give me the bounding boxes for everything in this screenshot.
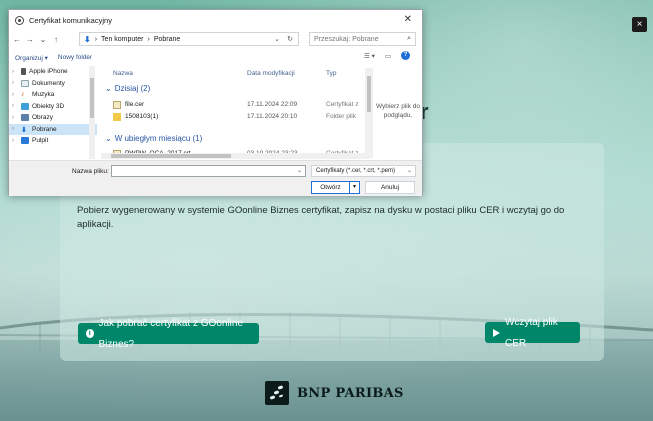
organize-menu[interactable]: Organizuj ▾ — [15, 54, 48, 62]
open-options-dropdown[interactable]: ▾ — [349, 181, 360, 194]
logo-stars-icon — [265, 381, 289, 405]
file-open-dialog: Certyfikat komunikacyjny ✕ ← → ⌄ ↑ ⬇ › T… — [8, 9, 423, 196]
breadcrumb-separator-icon: › — [147, 35, 150, 43]
file-date: 17.11.2024 20:10 — [247, 113, 298, 120]
navigation-tree: › Apple iPhone › Dokumenty › ♪ Muzyka › … — [9, 66, 97, 159]
tree-item-label: Obiekty 3D — [32, 102, 65, 110]
cube-icon — [21, 102, 29, 110]
tree-item-label: Pobrane — [32, 125, 57, 133]
file-type-filter[interactable]: Certyfikaty (*.cer, *.crt, *.pem) ⌄ — [311, 165, 416, 177]
load-cer-button-label: Wczytaj plik CER — [505, 316, 558, 349]
file-row[interactable]: 1508103(1) 17.11.2024 20:10 Folder plik — [111, 111, 361, 122]
help-icon[interactable]: ? — [401, 51, 410, 60]
logo-text: BNP PARIBAS — [297, 385, 404, 401]
chevron-down-icon[interactable]: ⌄ — [297, 167, 302, 174]
dialog-footer: Nazwa pliku: ⌄ Certyfikaty (*.cer, *.crt… — [9, 160, 422, 196]
dialog-toolbar: Organizuj ▾ Nowy folder ☰ ▾ ▭ ? — [9, 50, 422, 65]
expand-chevron-icon[interactable]: › — [12, 115, 18, 121]
expand-chevron-icon[interactable]: › — [12, 126, 18, 132]
download-icon: ⬇ — [21, 126, 27, 134]
open-button[interactable]: Otwórz — [311, 181, 350, 194]
address-bar[interactable]: ⬇ › Ten komputer › Pobrane ⌄ ↻ — [79, 32, 299, 46]
collapse-chevron-icon: ⌄ — [105, 134, 112, 143]
music-icon: ♪ — [21, 91, 25, 99]
file-list: Nazwa Data modyfikacji Typ ⌄ Dzisiaj (2)… — [101, 66, 363, 159]
dialog-titlebar: Certyfikat komunikacyjny ✕ — [9, 10, 422, 30]
search-icon: ⌕ — [407, 35, 411, 42]
column-header-name[interactable]: Nazwa — [113, 70, 133, 77]
search-placeholder: Przeszukaj: Pobrane — [314, 35, 379, 43]
file-name: file.cer — [125, 101, 145, 108]
view-options-icon[interactable]: ☰ ▾ — [364, 52, 375, 60]
tree-item-obiekty-3d[interactable]: › Obiekty 3D — [9, 101, 97, 113]
load-cer-button[interactable]: Wczytaj plik CER — [485, 317, 580, 349]
desktop-icon — [21, 137, 29, 145]
breadcrumb-item[interactable]: Ten komputer — [101, 36, 143, 43]
collapse-chevron-icon: ⌄ — [105, 84, 112, 93]
expand-chevron-icon[interactable]: › — [12, 69, 18, 75]
group-header-today[interactable]: ⌄ Dzisiaj (2) — [105, 84, 150, 93]
file-row[interactable]: file.cer 17.11.2024 22:09 Certyfikat z — [111, 99, 361, 110]
tree-item-dokumenty[interactable]: › Dokumenty — [9, 78, 97, 90]
file-type: Certyfikat z — [326, 101, 359, 108]
downloads-folder-icon: ⬇ — [84, 34, 91, 44]
file-list-scrollbar[interactable] — [365, 68, 373, 158]
preview-pane-icon[interactable]: ▭ — [385, 52, 391, 60]
dialog-close-button[interactable]: ✕ — [404, 14, 412, 25]
tree-scrollbar[interactable] — [89, 66, 95, 159]
pictures-icon — [21, 114, 29, 122]
tree-item-pulpit[interactable]: › Pulpit — [9, 135, 97, 147]
expand-chevron-icon[interactable]: › — [12, 103, 18, 109]
close-button[interactable]: × — [632, 17, 647, 32]
up-icon[interactable]: ↑ — [51, 35, 61, 44]
filename-label: Nazwa pliku: — [72, 168, 109, 175]
new-folder-button[interactable]: Nowy folder — [58, 54, 92, 61]
howto-button[interactable]: i Jak pobrać certyfikat z GOonline Bizne… — [78, 318, 259, 350]
column-header-date[interactable]: Data modyfikacji — [247, 70, 295, 77]
file-name: 1508103(1) — [125, 113, 159, 120]
tree-item-label: Apple iPhone — [29, 68, 68, 76]
tree-item-pobrane[interactable]: › ⬇ Pobrane — [9, 123, 97, 135]
address-row: ← → ⌄ ↑ ⬇ › Ten komputer › Pobrane ⌄ ↻ P… — [9, 32, 422, 47]
file-type: Folder plik — [326, 113, 356, 120]
recent-dropdown-icon[interactable]: ⌄ — [38, 35, 48, 44]
folder-icon — [113, 112, 121, 121]
preview-pane: Wybierz plik do podglądu. — [375, 103, 420, 119]
horizontal-scrollbar[interactable] — [101, 153, 369, 159]
tree-item-apple-iphone[interactable]: › Apple iPhone — [9, 66, 97, 78]
filename-input[interactable]: ⌄ — [111, 165, 306, 177]
info-icon: i — [86, 329, 94, 338]
dialog-title: Certyfikat komunikacyjny — [29, 15, 112, 25]
tree-item-label: Obrazy — [32, 114, 53, 122]
breadcrumb-separator-icon: › — [94, 35, 98, 43]
expand-chevron-icon[interactable]: › — [12, 92, 18, 98]
breadcrumb-item[interactable]: Pobrane — [154, 36, 180, 43]
column-header-type[interactable]: Typ — [326, 70, 336, 77]
howto-button-label: Jak pobrać certyfikat z GOonline Biznes? — [98, 317, 244, 350]
phone-icon — [21, 68, 26, 76]
tree-item-obrazy[interactable]: › Obrazy — [9, 112, 97, 124]
file-date: 17.11.2024 22:09 — [247, 101, 298, 108]
tree-item-label: Muzyka — [32, 91, 55, 99]
app-icon — [15, 15, 24, 25]
search-input[interactable]: Przeszukaj: Pobrane ⌕ — [309, 32, 416, 46]
tree-item-muzyka[interactable]: › ♪ Muzyka — [9, 89, 97, 101]
tree-item-label: Pulpit — [32, 137, 49, 145]
filter-value: Certyfikaty (*.cer, *.crt, *.pem) — [316, 168, 396, 174]
refresh-icon[interactable]: ↻ — [287, 35, 293, 43]
expand-chevron-icon[interactable]: › — [12, 138, 18, 144]
play-icon — [493, 328, 500, 337]
back-icon[interactable]: ← — [12, 35, 22, 44]
forward-icon[interactable]: → — [25, 35, 35, 44]
bnp-logo: BNP PARIBAS — [265, 381, 404, 405]
group-header-last-month[interactable]: ⌄ W ubiegłym miesiącu (1) — [105, 134, 202, 143]
instruction-text: Pobierz wygenerowany w systemie GOonline… — [77, 205, 565, 230]
expand-chevron-icon[interactable]: › — [12, 80, 18, 86]
address-dropdown-icon[interactable]: ⌄ — [274, 35, 280, 43]
certificate-file-icon — [113, 100, 121, 109]
cancel-button[interactable]: Anuluj — [365, 181, 415, 194]
chevron-down-icon: ⌄ — [406, 168, 412, 174]
tree-item-label: Dokumenty — [32, 79, 65, 87]
